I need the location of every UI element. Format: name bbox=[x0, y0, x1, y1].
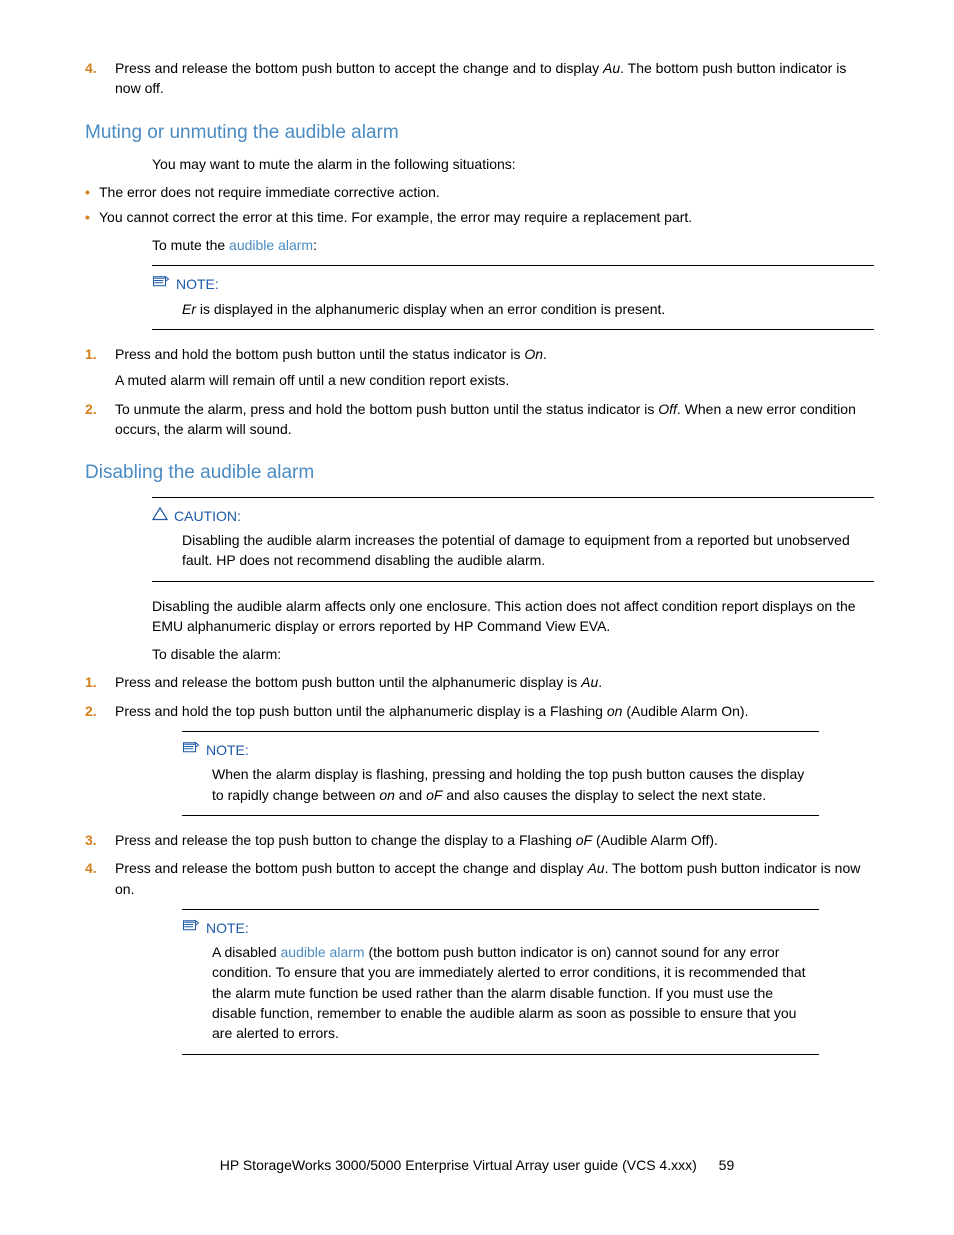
to-mute-paragraph: To mute the audible alarm: bbox=[152, 235, 874, 255]
audible-alarm-link[interactable]: audible alarm bbox=[229, 237, 313, 253]
step-text: Press and hold the top push button until… bbox=[115, 703, 749, 719]
step-text: Press and release the bottom push button… bbox=[115, 860, 860, 896]
list-item: The error does not require immediate cor… bbox=[85, 182, 874, 202]
step-number: 2. bbox=[85, 701, 97, 721]
note-body: When the alarm display is flashing, pres… bbox=[212, 764, 819, 805]
note-body: A disabled audible alarm (the bottom pus… bbox=[212, 942, 819, 1043]
step-text: Press and release the bottom push button… bbox=[115, 60, 846, 96]
list-item: 4. Press and release the bottom push but… bbox=[85, 58, 874, 99]
step-number: 4. bbox=[85, 58, 97, 78]
list-item: You cannot correct the error at this tim… bbox=[85, 207, 874, 227]
caution-label: CAUTION: bbox=[174, 506, 241, 526]
list-item: 1. Press and hold the bottom push button… bbox=[85, 344, 874, 391]
step-number: 1. bbox=[85, 344, 97, 364]
section-heading-disabling: Disabling the audible alarm bbox=[85, 459, 874, 487]
note-callout: NOTE: When the alarm display is flashing… bbox=[182, 731, 819, 816]
step-text: Press and release the bottom push button… bbox=[115, 674, 602, 690]
disable-paragraph-2: To disable the alarm: bbox=[152, 644, 874, 664]
step-text: Press and release the top push button to… bbox=[115, 832, 718, 848]
note-header: NOTE: bbox=[182, 740, 819, 760]
list-item: 3. Press and release the top push button… bbox=[85, 830, 874, 850]
step-subtext: A muted alarm will remain off until a ne… bbox=[115, 370, 874, 390]
note-body: Er is displayed in the alphanumeric disp… bbox=[182, 299, 874, 319]
disable-paragraph-1: Disabling the audible alarm affects only… bbox=[152, 596, 874, 637]
continued-steps-list: 4. Press and release the bottom push but… bbox=[85, 58, 874, 99]
intro-paragraph: You may want to mute the alarm in the fo… bbox=[152, 154, 874, 174]
note-icon bbox=[182, 918, 200, 938]
list-item: 2. To unmute the alarm, press and hold t… bbox=[85, 399, 874, 440]
step-number: 2. bbox=[85, 399, 97, 419]
page-number: 59 bbox=[719, 1157, 735, 1173]
step-number: 3. bbox=[85, 830, 97, 850]
page-footer: HP StorageWorks 3000/5000 Enterprise Vir… bbox=[0, 1155, 954, 1175]
step-text: To unmute the alarm, press and hold the … bbox=[115, 401, 856, 437]
step-text: Press and hold the bottom push button un… bbox=[115, 346, 547, 362]
caution-header: CAUTION: bbox=[152, 506, 874, 526]
disable-steps-list: 1. Press and release the bottom push but… bbox=[85, 672, 874, 721]
note-label: NOTE: bbox=[206, 740, 249, 760]
note-header: NOTE: bbox=[152, 274, 874, 294]
note-callout: NOTE: A disabled audible alarm (the bott… bbox=[182, 909, 819, 1055]
section-heading-muting: Muting or unmuting the audible alarm bbox=[85, 119, 874, 147]
audible-alarm-link[interactable]: audible alarm bbox=[281, 944, 365, 960]
note-callout: NOTE: Er is displayed in the alphanumeri… bbox=[152, 265, 874, 330]
note-label: NOTE: bbox=[176, 274, 219, 294]
document-page: 4. Press and release the bottom push but… bbox=[0, 0, 954, 1235]
note-icon bbox=[152, 274, 170, 294]
note-header: NOTE: bbox=[182, 918, 819, 938]
list-item: 2. Press and hold the top push button un… bbox=[85, 701, 874, 721]
caution-callout: CAUTION: Disabling the audible alarm inc… bbox=[152, 497, 874, 582]
caution-icon bbox=[152, 506, 168, 526]
caution-body: Disabling the audible alarm increases th… bbox=[182, 530, 874, 571]
footer-title: HP StorageWorks 3000/5000 Enterprise Vir… bbox=[220, 1157, 697, 1173]
step-number: 4. bbox=[85, 858, 97, 878]
note-label: NOTE: bbox=[206, 918, 249, 938]
mute-steps-list: 1. Press and hold the bottom push button… bbox=[85, 344, 874, 439]
note-icon bbox=[182, 740, 200, 760]
step-number: 1. bbox=[85, 672, 97, 692]
disable-steps-list-cont: 3. Press and release the top push button… bbox=[85, 830, 874, 899]
situations-list: The error does not require immediate cor… bbox=[85, 182, 874, 227]
list-item: 4. Press and release the bottom push but… bbox=[85, 858, 874, 899]
list-item: 1. Press and release the bottom push but… bbox=[85, 672, 874, 692]
